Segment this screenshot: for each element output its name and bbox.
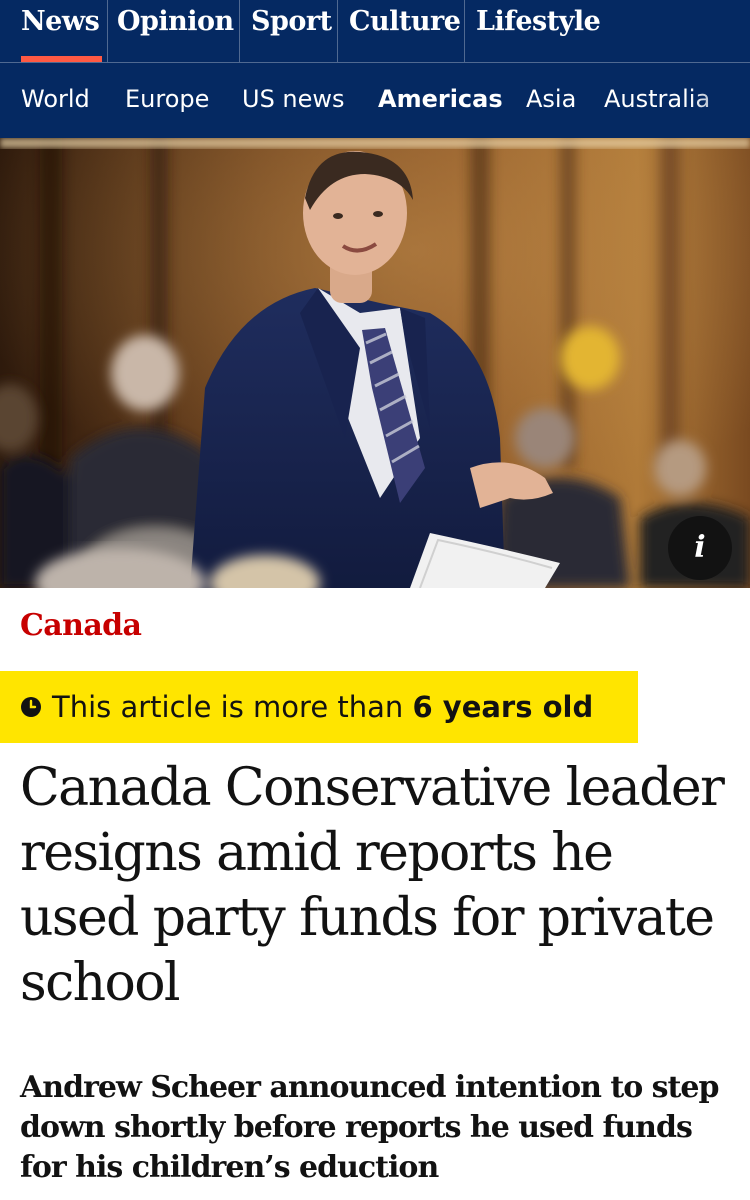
pillar-nav: News Opinion Sport Culture Lifestyle [0,0,750,62]
pillar-divider [337,0,338,62]
age-notice-highlight: 6 years old [412,690,594,724]
hero-photo [0,138,750,588]
subnav-asia[interactable]: Asia [526,63,576,135]
section-link-canada[interactable]: Canada [20,606,142,646]
pillar-divider [107,0,108,62]
subnav-us-news[interactable]: US news [242,63,345,135]
pillar-sport[interactable]: Sport [251,0,332,62]
clock-icon [21,697,41,717]
pillar-lifestyle[interactable]: Lifestyle [476,0,601,62]
subnav-europe[interactable]: Europe [125,63,209,135]
pillar-news[interactable]: News [21,0,100,62]
hero-image[interactable]: i [0,138,750,588]
pillar-divider [239,0,240,62]
pillar-divider [464,0,465,62]
image-info-button[interactable]: i [668,516,732,580]
pillar-culture[interactable]: Culture [349,0,461,62]
age-notice-prefix: This article is more than [52,690,404,724]
subnav-americas[interactable]: Americas [378,63,503,135]
article-age-banner: This article is more than 6 years old [0,671,638,743]
sub-nav: World Europe US news Americas Asia Austr… [0,63,750,138]
article-standfirst: Andrew Scheer announced intention to ste… [20,1070,719,1185]
subnav-fade [690,63,750,138]
subnav-world[interactable]: World [21,63,90,135]
info-icon: i [694,530,706,565]
pillar-opinion[interactable]: Opinion [117,0,234,62]
article-headline: Canada Conservative leader resigns amid … [20,758,725,1013]
